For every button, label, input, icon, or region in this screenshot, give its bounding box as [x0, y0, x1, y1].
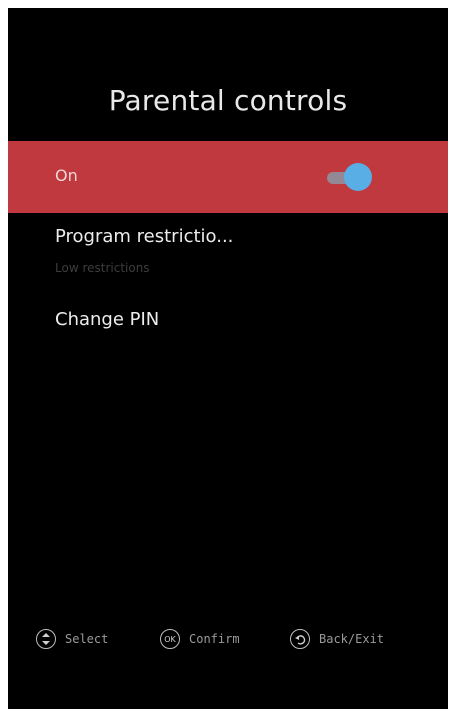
program-restrictions-item[interactable]: Program restrictio...: [55, 226, 233, 247]
parental-controls-toggle-row[interactable]: On: [8, 141, 448, 213]
hint-select-label: Select: [65, 632, 109, 646]
toggle-switch-knob[interactable]: [344, 163, 372, 191]
hint-confirm: OK Confirm: [160, 624, 240, 654]
change-pin-item[interactable]: Change PIN: [55, 309, 159, 330]
ok-button-icon: OK: [160, 629, 180, 649]
tv-screen: Parental controls On Program restrictio.…: [8, 8, 448, 709]
footer-hints: Select OK Confirm Back/Exit: [8, 624, 448, 654]
hint-select: Select: [36, 624, 108, 654]
navigate-up-down-icon: [36, 629, 56, 649]
back-arrow-icon: [290, 629, 310, 649]
program-restrictions-value: Low restrictions: [55, 261, 150, 275]
hint-confirm-label: Confirm: [189, 632, 240, 646]
page-title: Parental controls: [108, 84, 348, 117]
hint-back-exit-label: Back/Exit: [319, 632, 385, 646]
toggle-label: On: [55, 166, 78, 185]
hint-back-exit: Back/Exit: [290, 624, 384, 654]
